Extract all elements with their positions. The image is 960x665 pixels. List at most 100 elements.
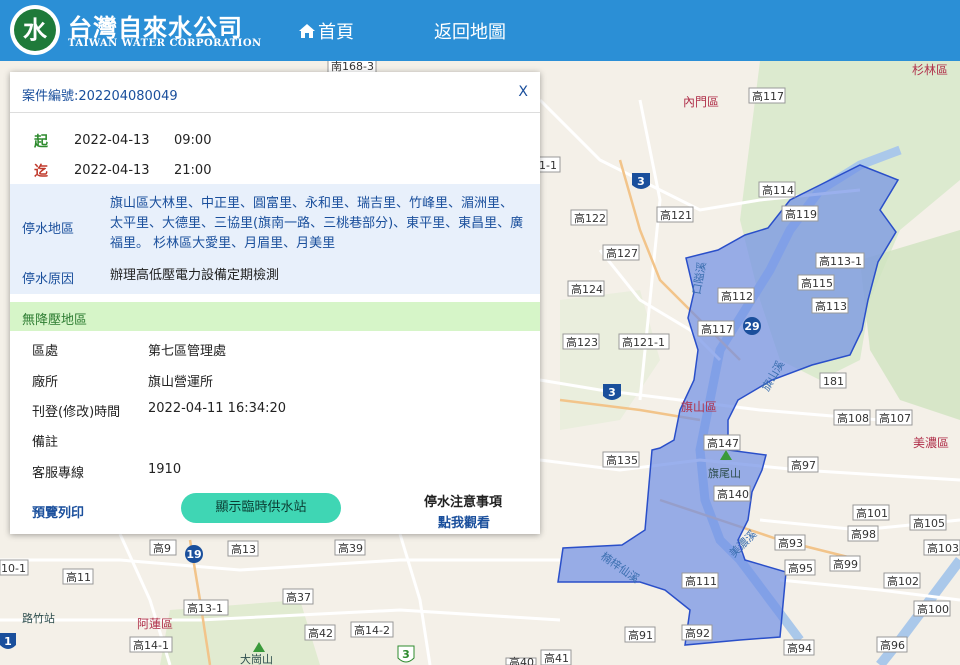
- road-label: 高135: [602, 451, 640, 468]
- svg-text:高13-1: 高13-1: [187, 601, 223, 615]
- home-icon: [299, 24, 315, 38]
- svg-text:高101: 高101: [856, 506, 888, 520]
- district-label: 美濃區: [913, 436, 949, 450]
- svg-text:高123: 高123: [566, 335, 598, 349]
- district-label: 阿蓮區: [137, 617, 173, 631]
- top-header: 水 台灣自來水公司 TAIWAN WATER CORPORATION 首頁 返回…: [0, 0, 960, 61]
- close-button[interactable]: X: [518, 84, 528, 100]
- svg-text:高14-2: 高14-2: [354, 623, 390, 637]
- svg-text:高113: 高113: [815, 299, 847, 313]
- no-pressure-label: 無降壓地區: [22, 313, 88, 328]
- svg-text:高114: 高114: [762, 183, 794, 197]
- road-label: 高96: [876, 636, 908, 653]
- highway-shield: 3: [603, 384, 621, 400]
- road-label: 1-1: [537, 156, 561, 173]
- road-label: 高98: [847, 525, 879, 542]
- svg-text:高100: 高100: [917, 602, 949, 616]
- district-label: 內門區: [683, 95, 719, 109]
- road-label: 高9: [149, 539, 177, 556]
- svg-text:高41: 高41: [544, 651, 569, 665]
- logo-mark: 水: [14, 9, 56, 51]
- svg-text:181: 181: [823, 375, 844, 388]
- highway-shield: 3: [632, 173, 650, 189]
- published-value: 2022-04-11 16:34:20: [148, 401, 287, 416]
- svg-text:高103: 高103: [927, 541, 959, 555]
- highway-shield: 29: [743, 317, 761, 335]
- svg-text:高127: 高127: [606, 246, 638, 260]
- svg-text:高140: 高140: [717, 487, 749, 501]
- road-label: 高102: [883, 572, 921, 589]
- svg-text:高135: 高135: [606, 453, 638, 467]
- svg-text:高92: 高92: [685, 626, 710, 640]
- svg-text:高117: 高117: [701, 322, 733, 336]
- svg-text:1: 1: [4, 635, 12, 648]
- notice-title: 停水注意事項: [424, 495, 503, 510]
- road-label: 高94: [783, 639, 815, 656]
- svg-text:10-1: 10-1: [1, 562, 26, 575]
- road-label: 高97: [787, 456, 819, 473]
- road-label: 高100: [913, 600, 951, 617]
- svg-text:高9: 高9: [153, 541, 171, 555]
- road-label: 高117: [748, 87, 786, 104]
- end-time: 21:00: [174, 163, 212, 178]
- reason-label: 停水原因: [22, 272, 75, 287]
- svg-text:高40: 高40: [509, 655, 534, 665]
- svg-text:高124: 高124: [571, 282, 603, 296]
- published-label: 刊登(修改)時間: [32, 405, 121, 420]
- road-label: 高41: [540, 649, 572, 665]
- svg-text:29: 29: [744, 320, 759, 333]
- office-label: 廠所: [32, 375, 59, 390]
- show-temp-water-stations-button[interactable]: 顯示臨時供水站: [181, 493, 341, 523]
- svg-text:高98: 高98: [851, 527, 876, 541]
- road-label: 高114: [758, 181, 796, 198]
- mountain-label: 旗尾山: [708, 466, 741, 480]
- company-name-en: TAIWAN WATER CORPORATION: [68, 38, 262, 49]
- svg-text:19: 19: [186, 548, 201, 561]
- svg-text:高115: 高115: [801, 276, 833, 290]
- svg-text:高99: 高99: [833, 557, 858, 571]
- svg-text:高91: 高91: [628, 628, 653, 642]
- hotline-value: 1910: [148, 462, 182, 477]
- svg-text:高37: 高37: [286, 590, 311, 604]
- print-preview-link[interactable]: 預覽列印: [32, 502, 84, 521]
- panel-header: 案件編號:202204080049 X: [10, 72, 540, 113]
- road-label: 高105: [909, 514, 947, 531]
- road-label: 高112: [717, 287, 755, 304]
- road-label: 高101: [852, 504, 890, 521]
- outage-details-section: 停水地區 旗山區大林里、中正里、圓富里、永和里、瑞吉里、竹峰里、湄洲里、太平里、…: [10, 184, 540, 294]
- road-label: 高147: [703, 434, 741, 451]
- highway-shield: 3: [397, 645, 415, 663]
- svg-text:高107: 高107: [879, 411, 911, 425]
- district-label: 旗山區: [681, 399, 717, 414]
- no-pressure-section: 無降壓地區: [10, 302, 540, 331]
- nav-back-to-map-link[interactable]: 返回地圖: [434, 18, 506, 44]
- case-number: 案件編號:202204080049: [22, 89, 178, 104]
- svg-text:高117: 高117: [752, 89, 784, 103]
- end-label: 迄: [34, 164, 48, 180]
- district-label: 區處: [32, 344, 59, 359]
- highway-shield: 1: [0, 633, 16, 649]
- notice-view-link[interactable]: 點我觀看: [438, 512, 490, 531]
- svg-text:高96: 高96: [880, 638, 905, 652]
- svg-text:高42: 高42: [308, 626, 333, 640]
- outage-info-panel: 案件編號:202204080049 X 起 2022-04-13 09:00 迄…: [10, 72, 540, 534]
- highway-shield: 19: [185, 545, 203, 563]
- company-logo[interactable]: 水: [10, 5, 60, 55]
- svg-text:高39: 高39: [338, 541, 363, 555]
- office-value: 旗山營運所: [148, 375, 214, 390]
- svg-text:高14-1: 高14-1: [133, 638, 169, 652]
- svg-text:3: 3: [608, 386, 616, 399]
- road-label: 高123: [562, 333, 600, 350]
- road-label: 高92: [681, 624, 713, 641]
- nav-home-link[interactable]: 首頁: [298, 18, 354, 44]
- area-label: 停水地區: [22, 222, 75, 237]
- road-label: 高113-1: [815, 252, 865, 269]
- reason-value: 辦理高低壓電力設備定期檢測: [110, 268, 280, 283]
- road-label: 高111: [681, 572, 719, 589]
- station-label: 路竹站: [22, 611, 55, 625]
- svg-text:高97: 高97: [791, 458, 816, 472]
- svg-text:高122: 高122: [574, 211, 606, 225]
- road-label: 高91: [624, 626, 656, 643]
- road-label: 高99: [829, 555, 861, 572]
- end-date: 2022-04-13: [74, 163, 150, 178]
